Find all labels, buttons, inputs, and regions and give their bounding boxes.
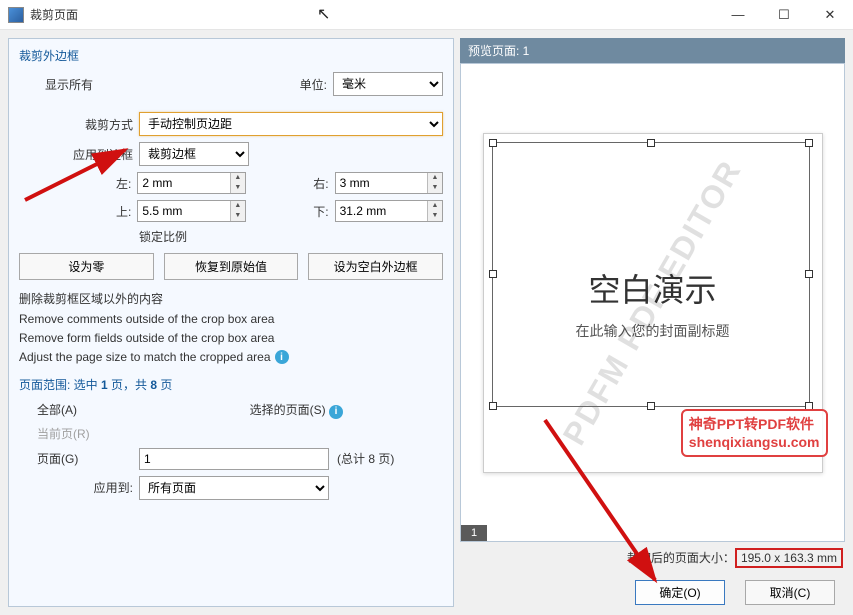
selected-pages-radio[interactable]: 选择的页面(S) i bbox=[250, 401, 343, 419]
apply-border-label: 应用到边框 bbox=[19, 146, 139, 163]
spin-up-icon[interactable]: ▲ bbox=[427, 173, 442, 183]
page-indicator: 1 bbox=[461, 525, 487, 541]
minimize-button[interactable]: — bbox=[715, 0, 761, 30]
unit-label: 单位: bbox=[300, 76, 333, 93]
cropped-size-line: 裁切后的页面大小：195.0 x 163.3 mm bbox=[460, 542, 845, 574]
handle-ml[interactable] bbox=[489, 270, 497, 278]
handle-bl[interactable] bbox=[489, 402, 497, 410]
apply-border-select[interactable]: 裁剪边框 bbox=[139, 142, 249, 166]
handle-tm[interactable] bbox=[647, 139, 655, 147]
crop-mode-label: 裁剪方式 bbox=[19, 116, 139, 133]
current-page-radio: 当前页(R) bbox=[37, 425, 90, 442]
crop-mode-select[interactable]: 手动控制页边距 bbox=[139, 112, 443, 136]
maximize-button[interactable]: ☐ bbox=[761, 0, 807, 30]
info-icon[interactable]: i bbox=[329, 405, 343, 419]
bottom-margin-label: 下: bbox=[246, 203, 335, 220]
spin-down-icon[interactable]: ▼ bbox=[230, 211, 245, 221]
page-input[interactable] bbox=[139, 448, 329, 470]
preview-title: 预览页面: 1 bbox=[460, 38, 845, 63]
all-pages-radio[interactable]: 全部(A) bbox=[37, 401, 250, 418]
spin-down-icon[interactable]: ▼ bbox=[230, 183, 245, 193]
app-icon bbox=[8, 7, 24, 23]
apply-to-label: 应用到: bbox=[19, 479, 139, 496]
unit-select[interactable]: 毫米 bbox=[333, 72, 443, 96]
spin-down-icon[interactable]: ▼ bbox=[427, 211, 442, 221]
left-margin-label: 左: bbox=[19, 175, 137, 192]
window-title: 裁剪页面 bbox=[30, 6, 715, 23]
handle-tr[interactable] bbox=[805, 139, 813, 147]
apply-to-select[interactable]: 所有页面 bbox=[139, 476, 329, 500]
remove-comments-check[interactable]: Remove comments outside of the crop box … bbox=[19, 312, 443, 326]
page-range-heading: 页面范围: 选中 1 页，共 8 页 bbox=[19, 376, 443, 393]
remove-fields-check[interactable]: Remove form fields outside of the crop b… bbox=[19, 331, 443, 345]
blank-border-button[interactable]: 设为空白外边框 bbox=[308, 253, 443, 280]
handle-tl[interactable] bbox=[489, 139, 497, 147]
remove-outside-heading: 删除裁剪框区域以外的内容 bbox=[19, 290, 443, 307]
spin-down-icon[interactable]: ▼ bbox=[427, 183, 442, 193]
crop-settings-panel: 裁剪外边框 显示所有 单位: 毫米 裁剪方式 手动控制页边距 应用到边框 裁剪边… bbox=[8, 38, 454, 607]
top-margin-label: 上: bbox=[19, 203, 137, 220]
page-radio-label[interactable]: 页面(G) bbox=[37, 450, 99, 467]
right-margin-label: 右: bbox=[246, 175, 335, 192]
cancel-button[interactable]: 取消(C) bbox=[745, 580, 835, 605]
preview-area: PDFM PDF EDITOR 空白演示 在此输入您的封面副标题 神奇PPT转P… bbox=[460, 63, 845, 542]
lock-ratio-check[interactable]: 锁定比例 bbox=[139, 228, 187, 245]
reset-button[interactable]: 恢复到原始值 bbox=[164, 253, 299, 280]
spin-up-icon[interactable]: ▲ bbox=[230, 173, 245, 183]
close-button[interactable]: ✕ bbox=[807, 0, 853, 30]
cropped-size-value: 195.0 x 163.3 mm bbox=[735, 548, 843, 568]
handle-bm[interactable] bbox=[647, 402, 655, 410]
set-zero-button[interactable]: 设为零 bbox=[19, 253, 154, 280]
page-total-label: (总计 8 页) bbox=[329, 450, 394, 467]
show-all-label: 显示所有 bbox=[19, 76, 99, 93]
spin-up-icon[interactable]: ▲ bbox=[427, 201, 442, 211]
handle-mr[interactable] bbox=[805, 270, 813, 278]
ok-button[interactable]: 确定(O) bbox=[635, 580, 725, 605]
crop-outline[interactable] bbox=[492, 142, 810, 407]
titlebar: 裁剪页面 — ☐ ✕ bbox=[0, 0, 853, 30]
brand-badge: 神奇PPT转PDF软件 shenqixiangsu.com bbox=[681, 409, 828, 457]
spin-up-icon[interactable]: ▲ bbox=[230, 201, 245, 211]
group-title-crop: 裁剪外边框 bbox=[19, 47, 443, 64]
info-icon[interactable]: i bbox=[275, 350, 289, 364]
page-thumbnail[interactable]: PDFM PDF EDITOR 空白演示 在此输入您的封面副标题 神奇PPT转P… bbox=[483, 133, 823, 473]
adjust-size-check[interactable]: Adjust the page size to match the croppe… bbox=[19, 350, 443, 364]
